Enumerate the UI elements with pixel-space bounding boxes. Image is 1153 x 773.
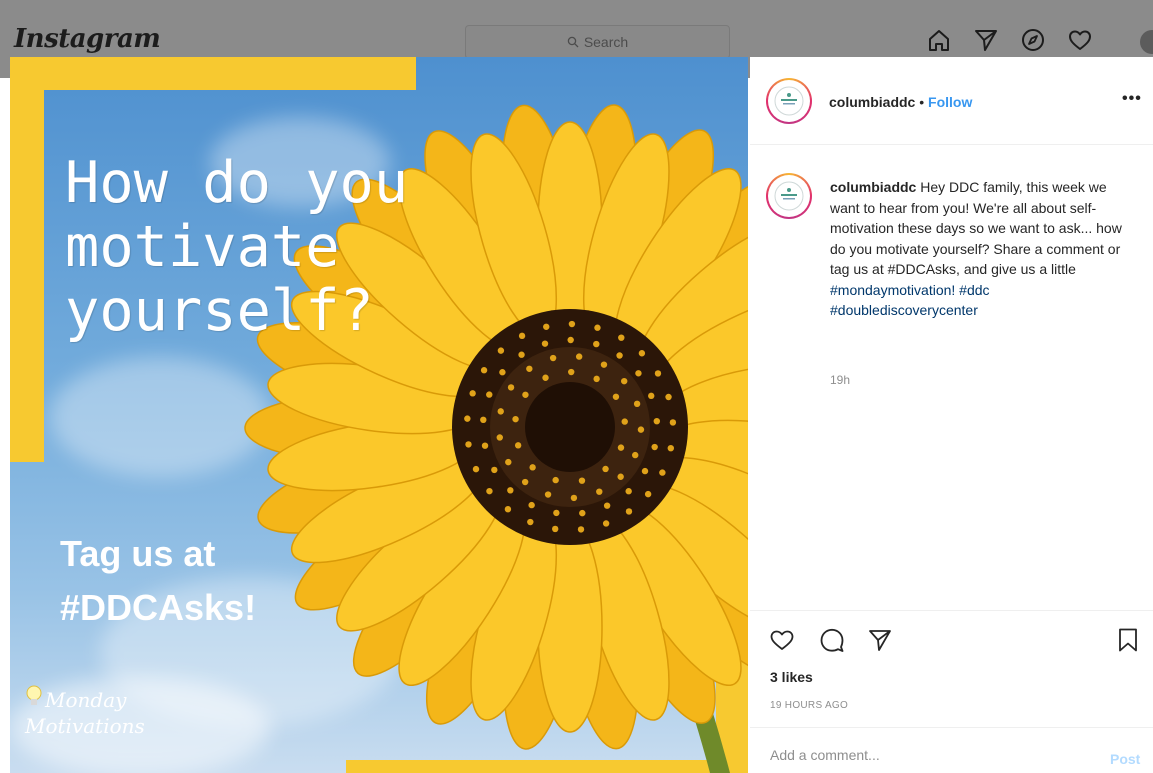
- ddc-logo-icon: [774, 181, 804, 211]
- header-user: columbiaddc • Follow: [829, 94, 972, 110]
- save-icon[interactable]: [1114, 626, 1142, 654]
- home-icon[interactable]: [925, 26, 953, 54]
- instagram-logo[interactable]: Instagram: [14, 24, 161, 54]
- ddc-logo-icon: [774, 86, 804, 116]
- lightbulb-icon: [26, 685, 42, 705]
- comment-input[interactable]: [770, 747, 1070, 763]
- caption-time: 19h: [830, 373, 851, 387]
- likes-count[interactable]: 3 likes: [770, 669, 813, 685]
- divider: [750, 610, 1153, 611]
- like-icon[interactable]: [768, 626, 796, 654]
- search-input[interactable]: Search: [465, 25, 730, 59]
- share-icon[interactable]: [866, 626, 894, 654]
- activity-icon[interactable]: [1066, 26, 1094, 54]
- separator-dot: •: [919, 94, 925, 110]
- direct-icon[interactable]: [972, 26, 1000, 54]
- search-placeholder: Search: [583, 34, 629, 50]
- avatar[interactable]: [766, 78, 812, 124]
- posted-time: 19 HOURS AGO: [770, 700, 849, 711]
- post-details-panel: columbiaddc • Follow ••• columbiaddc Hey…: [750, 57, 1153, 773]
- post-header: columbiaddc • Follow •••: [750, 57, 1153, 145]
- username-link[interactable]: columbiaddc: [829, 94, 915, 110]
- post-comment-button[interactable]: Post: [1110, 751, 1140, 767]
- caption-username[interactable]: columbiaddc: [830, 179, 916, 195]
- post-caption: columbiaddc Hey DDC family, this week we…: [830, 177, 1130, 321]
- more-options-icon[interactable]: •••: [1122, 90, 1142, 108]
- search-icon: [567, 36, 579, 48]
- explore-icon[interactable]: [1019, 26, 1047, 54]
- profile-avatar[interactable]: [1140, 30, 1153, 54]
- post-headline: How do you motivate yourself?: [65, 150, 409, 344]
- post-image: How do you motivate yourself? Tag us at …: [10, 57, 748, 773]
- divider: [750, 727, 1153, 728]
- follow-button[interactable]: Follow: [928, 94, 972, 110]
- monday-motivations-badge: Monday Motivations: [25, 685, 145, 739]
- caption-hashtags[interactable]: #mondaymotivation! #ddc #doublediscovery…: [830, 282, 990, 319]
- post-tagline: Tag us at #DDCAsks!: [60, 533, 257, 628]
- caption-avatar[interactable]: [766, 173, 812, 219]
- comment-icon[interactable]: [818, 626, 846, 654]
